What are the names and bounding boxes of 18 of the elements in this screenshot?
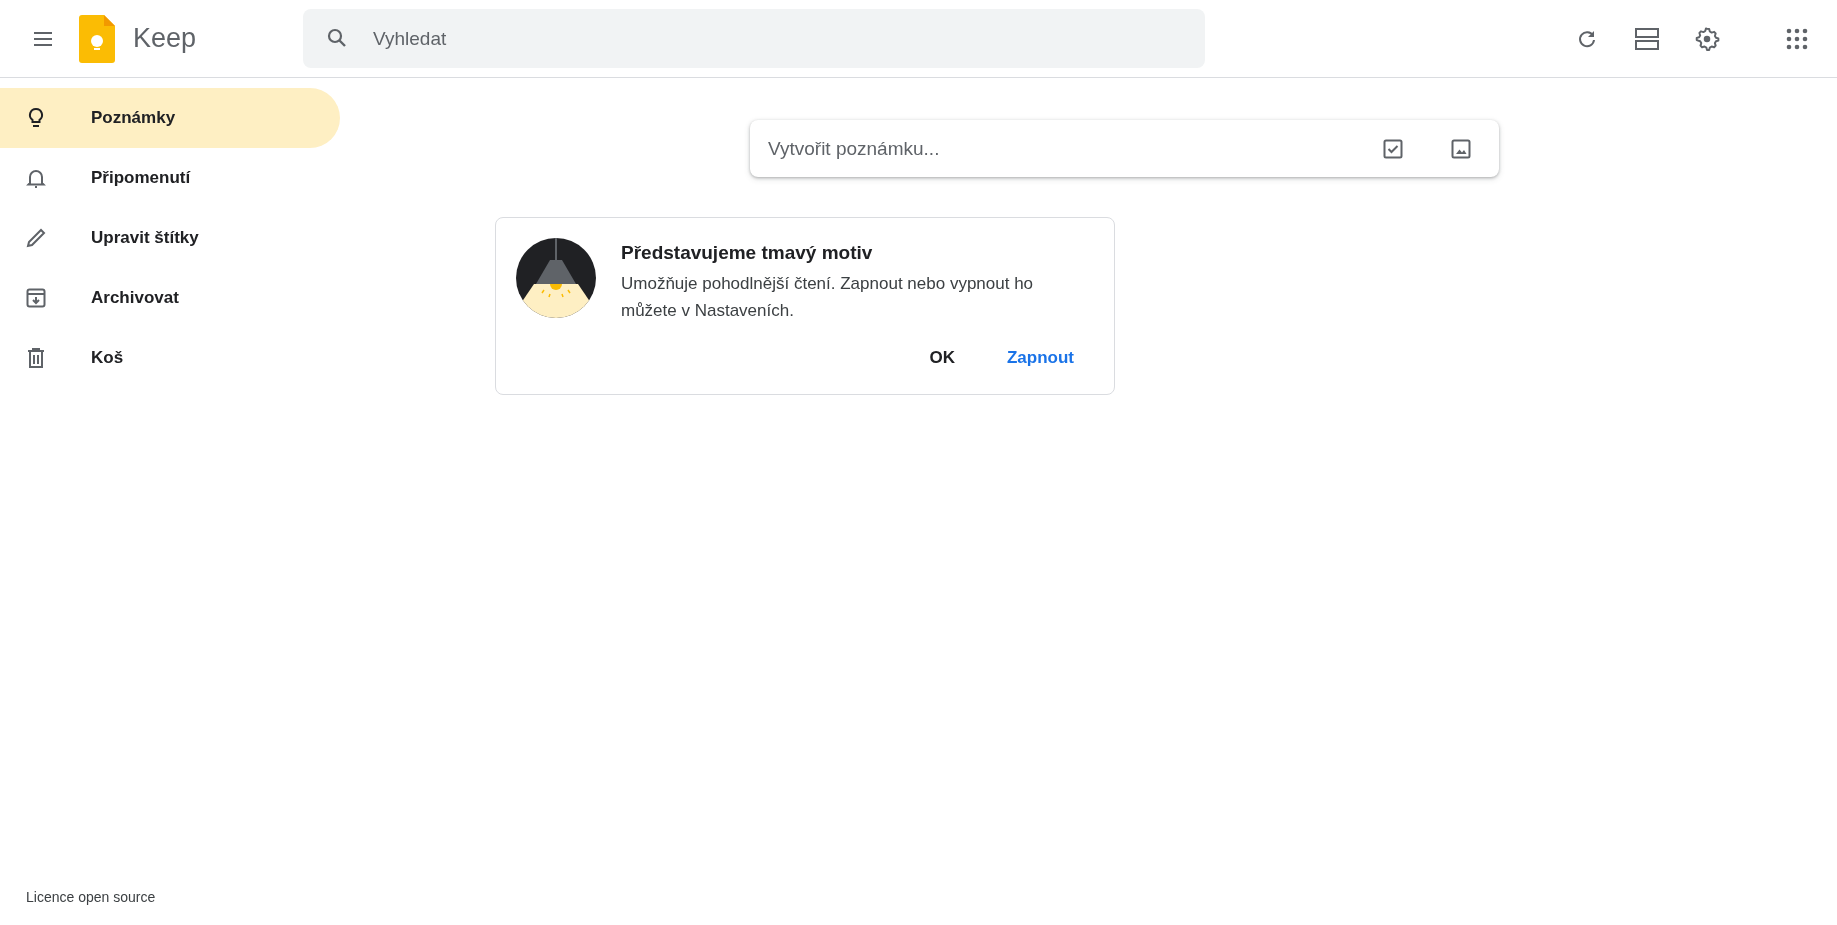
- sidebar-item[interactable]: Připomenutí: [0, 148, 340, 208]
- apps-grid-icon: [1786, 27, 1808, 50]
- sidebar-item[interactable]: Archivovat: [0, 268, 340, 328]
- list-view-icon: [1634, 26, 1660, 51]
- sidebar-item[interactable]: Upravit štítky: [0, 208, 340, 268]
- app-name: Keep: [133, 23, 198, 54]
- pencil-icon: [24, 226, 48, 250]
- sidebar-item[interactable]: Koš: [0, 328, 340, 388]
- promo-title: Představujeme tmavý motiv: [621, 242, 874, 264]
- open-source-license-link[interactable]: Licence open source: [26, 889, 340, 905]
- settings-icon: [1694, 25, 1720, 52]
- sidebar-item[interactable]: Poznámky: [0, 88, 340, 148]
- promo-text: Umožňuje pohodlnější čtení. Zapnout nebo vypnout ho můžete v Nastaveních.: [621, 273, 1035, 322]
- archive-icon: [24, 286, 48, 310]
- enable-button[interactable]: Zapnout: [986, 338, 1094, 378]
- search-field[interactable]: Vyhledat: [303, 9, 1205, 68]
- app-logo-icon: [79, 14, 115, 63]
- ok-button[interactable]: OK: [909, 338, 975, 378]
